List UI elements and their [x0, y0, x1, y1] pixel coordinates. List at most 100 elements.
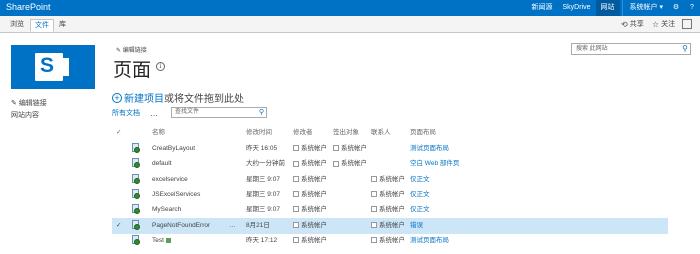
- table-row[interactable]: ✓ PageNotFoundError… 8月21日 系统帐户 系统帐户 错误: [112, 217, 668, 234]
- presence-checkbox[interactable]: [371, 237, 377, 244]
- presence-checkbox[interactable]: [371, 191, 377, 198]
- col-header-modified[interactable]: 修改时间: [246, 125, 272, 141]
- row-selected-checkmark[interactable]: ✓: [116, 218, 121, 234]
- table-row[interactable]: CreatByLayout 昨天 16:05 系统帐户 系统帐户 测试页面布局: [112, 141, 668, 157]
- row-name-link[interactable]: MySearch: [152, 202, 181, 218]
- checked-out-label[interactable]: 系统帐户: [341, 160, 367, 167]
- brand-label[interactable]: SharePoint: [6, 2, 51, 12]
- edit-links-top[interactable]: ✎ 编辑链接: [116, 45, 147, 54]
- row-name-link[interactable]: PageNotFoundError: [152, 218, 210, 234]
- row-page-layout-link[interactable]: 空白 Web 部件页: [410, 156, 459, 172]
- row-modified: 星期三 9:07: [246, 190, 280, 198]
- site-search-input[interactable]: 搜索 此网站 ⚲: [571, 43, 691, 55]
- info-icon[interactable]: i: [156, 62, 165, 71]
- modified-by-label[interactable]: 系统帐户: [301, 237, 327, 244]
- page-title: 页面: [113, 60, 152, 81]
- share-label: 共享: [629, 21, 644, 28]
- col-header-page-layout[interactable]: 页面布局: [410, 125, 436, 141]
- row-name-link[interactable]: excelservice: [152, 172, 188, 188]
- suite-link-newsfeed[interactable]: 新闻源: [527, 0, 558, 16]
- focus-on-content-icon[interactable]: [682, 19, 692, 29]
- presence-checkbox[interactable]: [293, 206, 299, 213]
- presence-checkbox[interactable]: [371, 221, 377, 228]
- presence-checkbox[interactable]: [293, 160, 299, 167]
- modified-by-label[interactable]: 系统帐户: [301, 222, 327, 229]
- contact-label[interactable]: 系统帐户: [379, 176, 405, 183]
- presence-checkbox[interactable]: [371, 206, 377, 213]
- view-selector: 所有文档 …: [112, 108, 168, 118]
- suite-link-skydrive[interactable]: SkyDrive: [558, 0, 596, 16]
- row-name-link[interactable]: Test: [152, 237, 164, 244]
- row-name-link[interactable]: JSExcelServices: [152, 187, 200, 203]
- row-name-link[interactable]: CreatByLayout: [152, 141, 195, 157]
- search-icon[interactable]: ⚲: [682, 45, 688, 53]
- globe-shape: [134, 238, 140, 245]
- modified-by-label[interactable]: 系统帐户: [301, 191, 327, 198]
- row-name-cell: Test: [152, 233, 171, 249]
- row-checked-out-to: 系统帐户: [333, 141, 367, 157]
- row-page-layout-link[interactable]: 测试页面布局: [410, 233, 449, 249]
- suite-link-sites[interactable]: 网站: [595, 0, 620, 16]
- left-nav-item-site-contents[interactable]: 网站内容: [11, 110, 47, 120]
- contact-label[interactable]: 系统帐户: [379, 206, 405, 213]
- search-icon[interactable]: ⚲: [259, 108, 264, 117]
- contact-label[interactable]: 系统帐户: [379, 237, 405, 244]
- row-contact: 系统帐户: [371, 187, 405, 203]
- table-row[interactable]: JSExcelServices 星期三 9:07 系统帐户 系统帐户 仅正文: [112, 187, 668, 203]
- new-item-link[interactable]: 新建项目: [124, 90, 164, 105]
- row-checked-out-to: 系统帐户: [333, 156, 367, 172]
- checked-out-label[interactable]: 系统帐户: [341, 145, 367, 152]
- table-row[interactable]: Test 昨天 17:12 系统帐户 系统帐户 测试页面布局: [112, 233, 668, 249]
- find-file-input[interactable]: 查找文件 ⚲: [171, 107, 267, 118]
- contact-label[interactable]: 系统帐户: [379, 222, 405, 229]
- row-modified: 昨天 17:12: [246, 236, 278, 244]
- new-item-bar: + 新建项目 或将文件拖到此处: [112, 90, 244, 105]
- presence-checkbox[interactable]: [293, 221, 299, 228]
- row-page-layout-link[interactable]: 仅正文: [410, 172, 430, 188]
- row-more-button[interactable]: …: [229, 218, 236, 234]
- row-page-layout-link[interactable]: 错误: [410, 218, 423, 234]
- modified-by-label[interactable]: 系统帐户: [301, 145, 327, 152]
- plus-circle-icon[interactable]: +: [112, 92, 122, 103]
- tab-files[interactable]: 文件: [30, 19, 54, 32]
- col-header-contact[interactable]: 联系人: [371, 125, 391, 141]
- presence-checkbox[interactable]: [333, 160, 339, 167]
- gear-icon[interactable]: ⚙: [668, 0, 684, 16]
- modified-by-label[interactable]: 系统帐户: [301, 176, 327, 183]
- share-icon: ⟲: [621, 20, 628, 29]
- row-modified: 大约一分钟前: [246, 160, 285, 168]
- presence-checkbox[interactable]: [293, 237, 299, 244]
- tab-library[interactable]: 库: [55, 19, 70, 32]
- select-all-checkmark[interactable]: ✓: [116, 125, 121, 141]
- tab-browse[interactable]: 浏览: [6, 19, 28, 32]
- row-page-layout-link[interactable]: 仅正文: [410, 202, 430, 218]
- presence-checkbox[interactable]: [293, 191, 299, 198]
- presence-checkbox[interactable]: [293, 145, 299, 152]
- modified-by-label[interactable]: 系统帐户: [301, 160, 327, 167]
- view-more-button[interactable]: …: [150, 109, 158, 118]
- table-row[interactable]: MySearch 星期三 9:07 系统帐户 系统帐户 仅正文: [112, 202, 668, 218]
- share-button[interactable]: ⟲ 共享: [621, 16, 644, 33]
- star-icon: ☆: [652, 20, 660, 29]
- table-row[interactable]: excelservice 星期三 9:07 系统帐户 系统帐户 仅正文: [112, 172, 668, 188]
- presence-checkbox[interactable]: [371, 175, 377, 182]
- table-row[interactable]: default 大约一分钟前 系统帐户 系统帐户 空白 Web 部件页: [112, 156, 668, 172]
- modified-by-label[interactable]: 系统帐户: [301, 206, 327, 213]
- contact-label[interactable]: 系统帐户: [379, 191, 405, 198]
- row-page-layout-link[interactable]: 测试页面布局: [410, 141, 449, 157]
- site-logo[interactable]: S: [11, 45, 95, 89]
- view-all-documents[interactable]: 所有文档: [112, 108, 140, 118]
- help-icon[interactable]: ?: [684, 0, 700, 16]
- left-nav: ✎ 编辑链接 网站内容: [11, 98, 47, 122]
- presence-checkbox[interactable]: [293, 175, 299, 182]
- follow-button[interactable]: ☆ 关注: [652, 16, 675, 33]
- left-nav-edit-links[interactable]: ✎ 编辑链接: [11, 98, 47, 108]
- col-header-name[interactable]: 名称: [152, 125, 165, 141]
- presence-checkbox[interactable]: [333, 145, 339, 152]
- globe-shape: [134, 192, 140, 199]
- user-menu[interactable]: 系统帐户 ▾: [625, 0, 668, 16]
- row-page-layout-link[interactable]: 仅正文: [410, 187, 430, 203]
- col-header-checked-out-to[interactable]: 签出对象: [333, 125, 359, 141]
- row-name-link[interactable]: default: [152, 156, 172, 172]
- col-header-modified-by[interactable]: 修改者: [293, 125, 313, 141]
